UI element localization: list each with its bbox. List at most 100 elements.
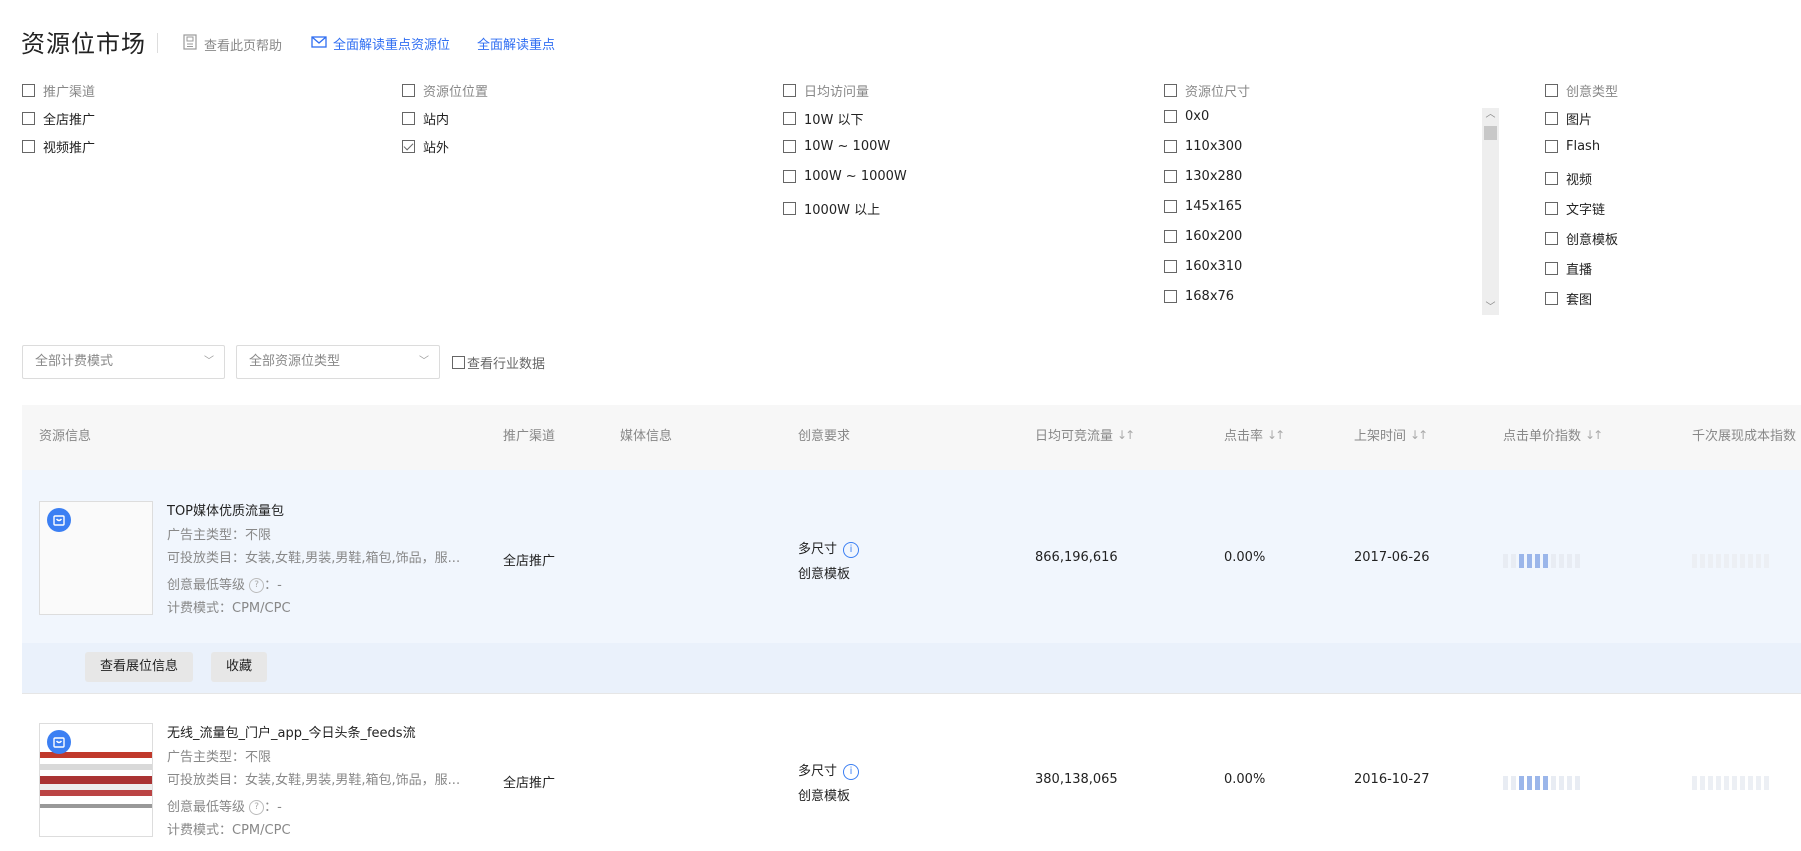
filter-creative-header: 创意类型 bbox=[1566, 85, 1619, 100]
filter-traffic-option[interactable]: 10W ~ 100W bbox=[783, 139, 890, 154]
checkbox[interactable] bbox=[1164, 84, 1177, 97]
filter-size-option[interactable]: 160x200 bbox=[1164, 229, 1242, 244]
meter-bar bbox=[1748, 776, 1753, 790]
filter-position-all[interactable]: 资源位位置 bbox=[402, 81, 488, 100]
checkbox[interactable] bbox=[783, 140, 796, 153]
view-placement-button[interactable]: 查看展位信息 bbox=[85, 652, 194, 682]
filter-creative-option[interactable]: 创意模板 bbox=[1545, 229, 1618, 248]
sort-icon[interactable]: ↓↑ bbox=[1410, 428, 1428, 442]
filter-size-option[interactable]: 130x280 bbox=[1164, 169, 1242, 184]
sort-icon[interactable]: ↓↑ bbox=[1117, 428, 1135, 442]
filter-size-option[interactable]: 110x300 bbox=[1164, 139, 1242, 154]
filter-size-option[interactable]: 0x0 bbox=[1164, 109, 1209, 124]
checkbox[interactable] bbox=[1545, 262, 1558, 275]
filter-traffic-option[interactable]: 100W ~ 1000W bbox=[783, 169, 907, 184]
filter-position-option[interactable]: 站外 bbox=[402, 137, 449, 156]
checkbox[interactable] bbox=[22, 112, 35, 125]
filter-creative-option[interactable]: 套图 bbox=[1545, 289, 1592, 308]
resource-title[interactable]: 无线_流量包_门户_app_今日头条_feeds流 bbox=[167, 722, 416, 741]
creative-size: 多尺寸 i bbox=[798, 538, 860, 558]
billing-mode-select[interactable]: 全部计费模式 ﹀ bbox=[22, 345, 225, 379]
filter-creative-option[interactable]: 图片 bbox=[1545, 109, 1592, 128]
checkbox[interactable] bbox=[783, 202, 796, 215]
checkbox[interactable] bbox=[1164, 170, 1177, 183]
row-date: 2017-06-26 bbox=[1354, 550, 1430, 565]
checkbox[interactable] bbox=[1545, 112, 1558, 125]
resource-title[interactable]: TOP媒体优质流量包 bbox=[167, 500, 284, 519]
checkbox[interactable] bbox=[1545, 172, 1558, 185]
filter-size-option[interactable]: 145x165 bbox=[1164, 199, 1242, 214]
checkbox[interactable] bbox=[783, 170, 796, 183]
info-icon[interactable]: i bbox=[843, 541, 860, 558]
meter-bar bbox=[1724, 554, 1729, 568]
filter-creative-option[interactable]: 视频 bbox=[1545, 169, 1592, 188]
col-traffic[interactable]: 日均可竞流量 ↓↑ bbox=[1035, 425, 1135, 445]
help-icon[interactable]: ? bbox=[249, 578, 265, 593]
field-label: 计费模式： bbox=[167, 823, 233, 838]
filter-creative-all[interactable]: 创意类型 bbox=[1545, 81, 1618, 100]
meter-bar bbox=[1716, 554, 1721, 568]
checkbox[interactable] bbox=[1545, 232, 1558, 245]
checkbox[interactable] bbox=[1164, 140, 1177, 153]
checkbox[interactable] bbox=[783, 112, 796, 125]
scroll-down-icon[interactable]: ﹀ bbox=[1482, 301, 1499, 315]
favorite-button[interactable]: 收藏 bbox=[211, 652, 268, 682]
filter-channel-option[interactable]: 视频推广 bbox=[22, 137, 95, 156]
resource-type-select[interactable]: 全部资源位类型 ﹀ bbox=[236, 345, 440, 379]
meter-bar bbox=[1708, 776, 1713, 790]
col-cpc-index[interactable]: 点击单价指数 ↓↑ bbox=[1503, 425, 1603, 445]
col-date[interactable]: 上架时间 ↓↑ bbox=[1354, 425, 1428, 445]
filter-size-option[interactable]: 160x310 bbox=[1164, 259, 1242, 274]
checkbox[interactable] bbox=[1545, 84, 1558, 97]
help-icon[interactable]: ? bbox=[249, 800, 265, 815]
meter-bar bbox=[1756, 554, 1761, 568]
option-label: 145x165 bbox=[1185, 199, 1243, 214]
scrollbar-thumb[interactable] bbox=[1484, 126, 1497, 140]
scroll-up-icon[interactable]: ︿ bbox=[1482, 108, 1499, 122]
guide-link-1[interactable]: 全面解读重点资源位 bbox=[311, 34, 486, 53]
checkbox[interactable] bbox=[1164, 110, 1177, 123]
filter-traffic-all[interactable]: 日均访问量 bbox=[783, 81, 869, 100]
option-label: 100W ~ 1000W bbox=[804, 169, 907, 184]
filter-channel-all[interactable]: 推广渠道 bbox=[22, 81, 95, 100]
checkbox[interactable] bbox=[1164, 290, 1177, 303]
filter-traffic-option[interactable]: 1000W 以上 bbox=[783, 199, 880, 218]
meter-bar bbox=[1575, 776, 1580, 790]
meter-bar bbox=[1543, 554, 1548, 568]
checkbox[interactable] bbox=[402, 112, 415, 125]
checkbox[interactable] bbox=[1545, 140, 1558, 153]
checkbox[interactable] bbox=[22, 84, 35, 97]
field-value: 女装,女鞋,男装,男鞋,箱包,饰品，服... bbox=[245, 773, 461, 788]
checkbox[interactable] bbox=[22, 140, 35, 153]
col-ctr[interactable]: 点击率 ↓↑ bbox=[1224, 425, 1285, 445]
filter-size-all[interactable]: 资源位尺寸 bbox=[1164, 81, 1250, 100]
row-channel: 全店推广 bbox=[503, 554, 556, 569]
filter-creative-option[interactable]: 文字链 bbox=[1545, 199, 1605, 218]
meter-bar bbox=[1551, 776, 1556, 790]
filter-creative-option[interactable]: 直播 bbox=[1545, 259, 1592, 278]
checkbox[interactable] bbox=[1545, 292, 1558, 305]
checkbox[interactable] bbox=[452, 356, 465, 369]
filter-channel-option[interactable]: 全店推广 bbox=[22, 109, 95, 128]
checkbox[interactable] bbox=[1164, 260, 1177, 273]
row-divider bbox=[22, 693, 1801, 694]
info-icon[interactable]: i bbox=[843, 763, 860, 780]
meter-bar bbox=[1740, 554, 1745, 568]
filter-creative-option[interactable]: Flash bbox=[1545, 139, 1600, 154]
checkbox[interactable] bbox=[783, 84, 796, 97]
checkbox[interactable] bbox=[1164, 200, 1177, 213]
filter-size-option[interactable]: 168x76 bbox=[1164, 289, 1234, 304]
help-link[interactable]: 查看此页帮助 bbox=[182, 34, 282, 54]
filter-traffic-option[interactable]: 10W 以下 bbox=[783, 109, 864, 128]
industry-data-toggle[interactable]: 查看行业数据 bbox=[452, 353, 545, 372]
filter-position-option[interactable]: 站内 bbox=[402, 109, 449, 128]
creative-type: 创意模板 bbox=[798, 567, 851, 582]
checkbox-checked[interactable] bbox=[402, 140, 415, 153]
sort-icon[interactable]: ↓↑ bbox=[1585, 428, 1603, 442]
shopping-bag-icon bbox=[47, 730, 71, 754]
checkbox[interactable] bbox=[1164, 230, 1177, 243]
checkbox[interactable] bbox=[402, 84, 415, 97]
checkbox[interactable] bbox=[1545, 202, 1558, 215]
guide-link-2[interactable]: 全面解读重点 bbox=[477, 34, 563, 53]
sort-icon[interactable]: ↓↑ bbox=[1267, 428, 1285, 442]
